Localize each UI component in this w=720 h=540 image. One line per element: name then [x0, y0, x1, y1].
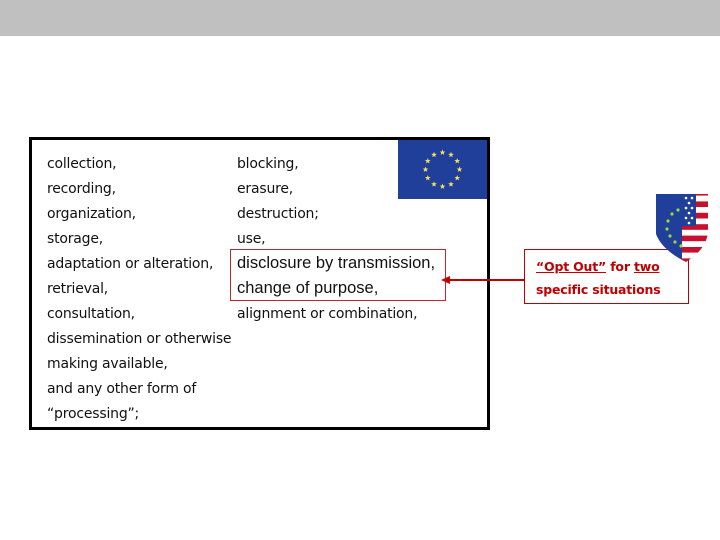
left-item: collection, — [47, 156, 117, 172]
arrow-left-icon — [441, 276, 525, 284]
opt-out-text: “Opt Out” — [536, 259, 607, 274]
left-item: “processing”; — [47, 406, 140, 422]
right-item: erasure, — [237, 181, 294, 197]
header-band — [0, 0, 720, 36]
right-item: destruction; — [237, 206, 319, 222]
right-item: use, — [237, 231, 266, 247]
for-text: for — [606, 259, 634, 274]
left-item: making available, — [47, 356, 168, 372]
us-stripe — [682, 229, 708, 236]
right-item: alignment or combination, — [237, 306, 418, 322]
eu-flag-icon — [398, 140, 487, 199]
privacy-shield-icon — [656, 194, 708, 262]
left-item: consultation, — [47, 306, 135, 322]
left-item: and any other form of — [47, 381, 197, 397]
us-stripe — [682, 247, 708, 253]
left-item: retrieval, — [47, 281, 109, 297]
left-item: storage, — [47, 231, 104, 247]
left-item: recording, — [47, 181, 116, 197]
left-item: dissemination or otherwise — [47, 331, 232, 347]
left-item: organization, — [47, 206, 136, 222]
callout-line-2: specific situations — [536, 282, 661, 297]
left-item: adaptation or alteration, — [47, 256, 214, 272]
us-stripe — [682, 241, 708, 247]
us-stripe — [682, 252, 708, 259]
highlight-box — [230, 249, 446, 301]
callout-line-1: “Opt Out” for two — [536, 259, 660, 274]
us-stripe — [682, 235, 708, 242]
right-item: blocking, — [237, 156, 299, 172]
us-stripe — [682, 258, 708, 262]
